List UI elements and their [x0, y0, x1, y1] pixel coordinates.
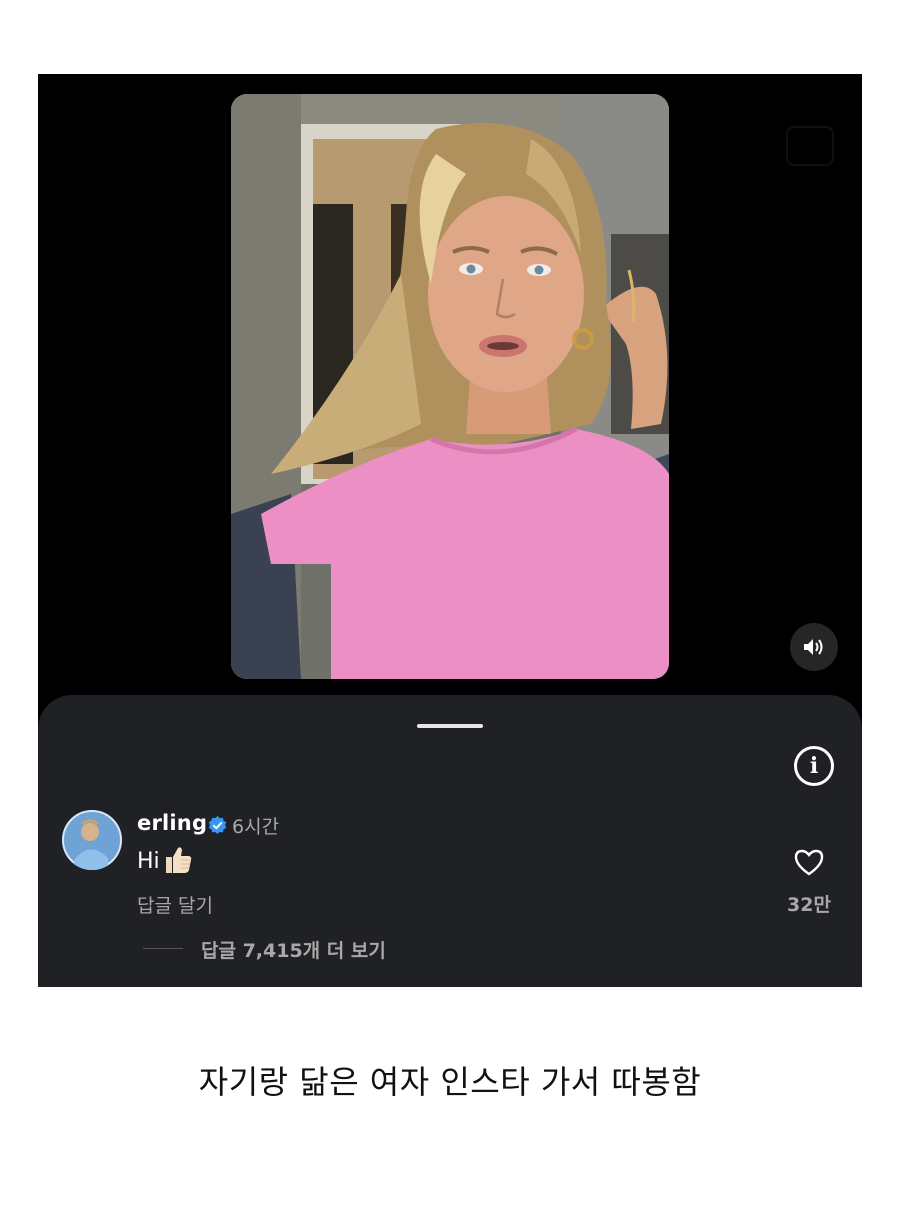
instagram-screenshot: i erling 6시간 Hi 답글 달기 32만 답글 7,415개 더 보기: [38, 74, 862, 987]
video-frame: [231, 94, 669, 679]
like-count: 32만: [787, 894, 831, 916]
info-icon[interactable]: i: [794, 746, 834, 786]
speaker-volume-icon[interactable]: [790, 623, 838, 671]
reply-button[interactable]: 답글 달기: [137, 891, 213, 918]
view-replies-link[interactable]: 답글 7,415개 더 보기: [201, 936, 386, 963]
avatar[interactable]: [62, 810, 122, 870]
comment-text-content: Hi: [137, 848, 160, 874]
comment-username[interactable]: erling: [137, 811, 207, 835]
video-player[interactable]: [231, 94, 669, 679]
drag-handle[interactable]: [417, 724, 483, 728]
camera-icon[interactable]: [786, 126, 834, 166]
comment-timestamp: 6시간: [232, 816, 280, 838]
info-icon-glyph: i: [809, 753, 819, 779]
thumbs-up-icon: [165, 847, 191, 873]
comments-sheet: i erling 6시간 Hi 답글 달기 32만 답글 7,415개 더 보기: [38, 695, 862, 987]
heart-icon[interactable]: [793, 847, 825, 877]
replies-divider: [143, 948, 183, 949]
post-caption: 자기랑 닮은 여자 인스타 가서 따봉함: [198, 1063, 702, 1101]
comment-text: Hi: [137, 847, 194, 875]
verified-badge-icon: [208, 816, 227, 835]
